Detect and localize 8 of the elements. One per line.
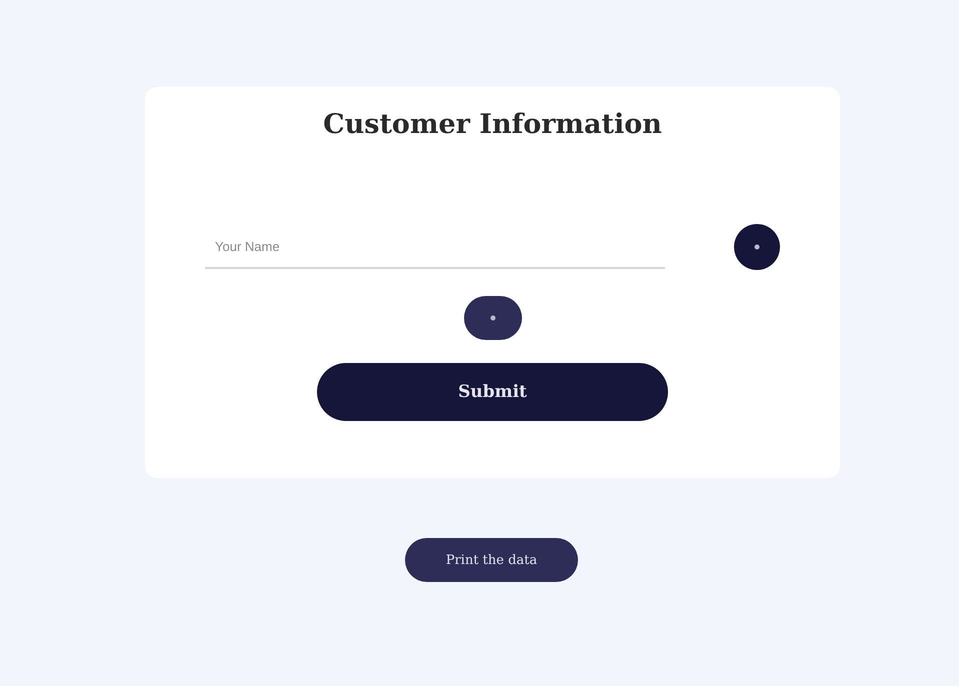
- submit-button[interactable]: Submit: [317, 363, 668, 421]
- form-title: Customer Information: [322, 108, 663, 140]
- name-field[interactable]: Your Name: [205, 225, 665, 269]
- pill-button[interactable]: [464, 296, 522, 340]
- print-button[interactable]: Print the data: [405, 538, 578, 582]
- round-button[interactable]: [734, 224, 780, 270]
- dot-icon: [490, 315, 496, 321]
- dot-icon: [754, 244, 760, 250]
